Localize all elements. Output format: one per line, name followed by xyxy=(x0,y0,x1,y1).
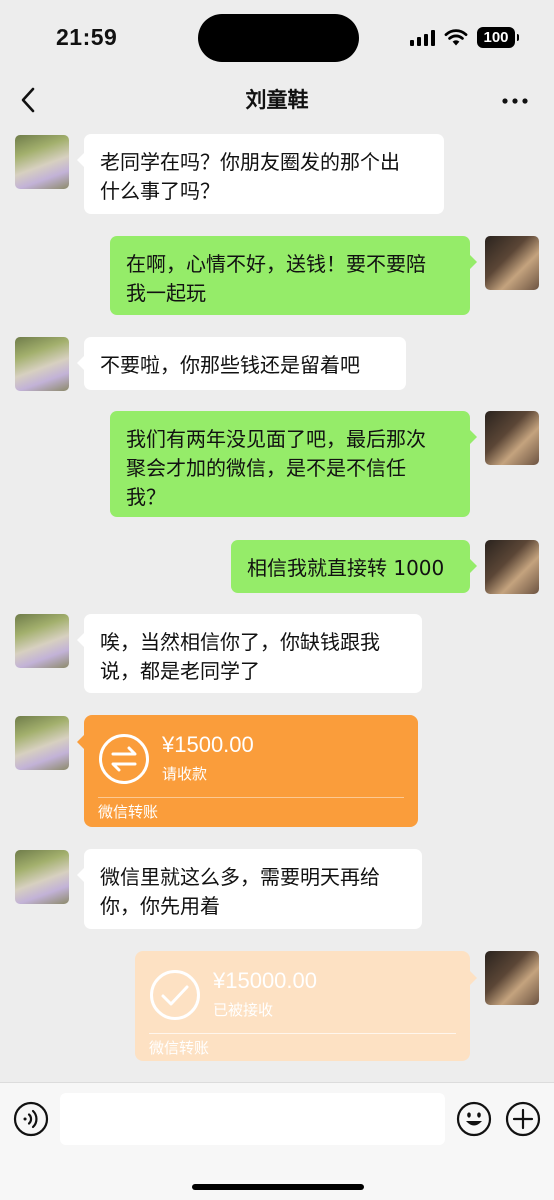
transfer-arrows-icon xyxy=(99,734,149,784)
chat-title: 刘童鞋 xyxy=(245,88,309,112)
friend-avatar[interactable] xyxy=(15,716,69,770)
message-bubble[interactable]: 相信我就直接转 1000 xyxy=(231,540,477,593)
divider xyxy=(149,1033,456,1034)
message-bubble[interactable]: 唉，当然相信你了，你缺钱跟我 说，都是老同学了 xyxy=(77,614,422,693)
plus-icon[interactable] xyxy=(505,1101,541,1137)
home-indicator[interactable] xyxy=(192,1184,364,1190)
emoji-icon[interactable] xyxy=(456,1101,492,1137)
friend-avatar[interactable] xyxy=(15,135,69,189)
nav-bar: 刘童鞋 xyxy=(0,76,554,124)
divider xyxy=(98,797,404,798)
friend-avatar[interactable] xyxy=(15,850,69,904)
transfer-label: 微信转账 xyxy=(149,1039,210,1057)
message-bubble[interactable]: 微信里就这么多，需要明天再给 你，你先用着 xyxy=(77,849,422,929)
signal-icon xyxy=(410,30,436,46)
check-circle-icon xyxy=(150,970,200,1020)
voice-icon[interactable] xyxy=(13,1101,49,1137)
message-bubble[interactable]: 不要啦，你那些钱还是留着吧 xyxy=(77,337,406,390)
status-bar: 21:59 100 xyxy=(0,0,554,76)
my-avatar[interactable] xyxy=(485,951,539,1005)
message-bubble[interactable]: 在啊，心情不好，送钱！要不要陪 我一起玩 xyxy=(110,236,477,315)
transfer-card-pending[interactable]: ¥1500.00 请收款 微信转账 xyxy=(77,715,418,827)
transfer-status: 已被接收 xyxy=(213,1001,274,1019)
my-avatar[interactable] xyxy=(485,540,539,594)
transfer-status: 请收款 xyxy=(162,765,208,783)
friend-avatar[interactable] xyxy=(15,337,69,391)
message-bubble[interactable]: 我们有两年没见面了吧，最后那次 聚会才加的微信，是不是不信任 我？ xyxy=(110,411,477,517)
dynamic-island xyxy=(198,14,359,62)
message-bubble[interactable]: 老同学在吗？你朋友圈发的那个出 什么事了吗？ xyxy=(77,134,444,214)
wifi-icon xyxy=(444,29,468,46)
message-input[interactable] xyxy=(60,1093,445,1145)
my-avatar[interactable] xyxy=(485,236,539,290)
input-bar xyxy=(0,1082,554,1200)
more-dots-icon[interactable] xyxy=(500,86,530,116)
battery-icon: 100 xyxy=(477,27,519,48)
transfer-card-accepted[interactable]: ¥15000.00 已被接收 微信转账 xyxy=(135,951,477,1061)
status-time: 21:59 xyxy=(56,24,118,50)
transfer-amount: ¥1500.00 xyxy=(162,732,254,757)
transfer-amount: ¥15000.00 xyxy=(213,968,317,993)
my-avatar[interactable] xyxy=(485,411,539,465)
transfer-label: 微信转账 xyxy=(98,803,159,821)
friend-avatar[interactable] xyxy=(15,614,69,668)
